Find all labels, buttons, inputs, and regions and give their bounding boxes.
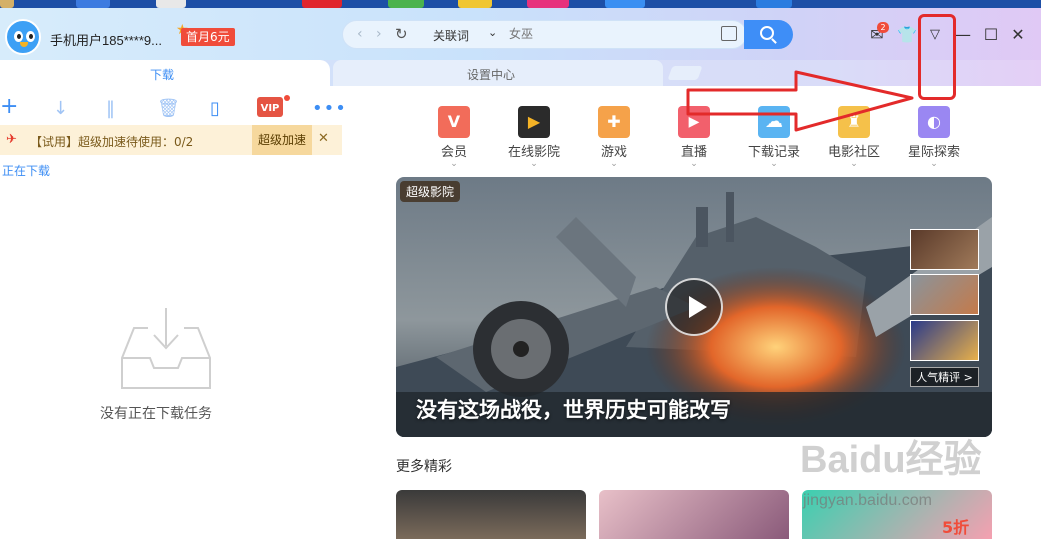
downloading-section-label[interactable]: 正在下载 (2, 162, 50, 179)
watermark-url: jingyan.baidu.com (803, 492, 932, 509)
tab-download-label: 下载 (150, 68, 175, 82)
keyword-mode-select[interactable]: 关联词 (433, 27, 469, 44)
category-games[interactable]: ✚ 游戏 ⌄ (574, 106, 654, 169)
pause-icon[interactable]: ‖ (106, 98, 115, 119)
play-button[interactable] (665, 278, 723, 336)
banner-thumbnail-3[interactable] (910, 320, 979, 361)
watermark-logo: Baidu经验 (800, 439, 982, 481)
unread-count-badge: 2 (877, 22, 889, 33)
content-card-1[interactable] (396, 490, 586, 539)
tab-settings-label: 设置中心 (467, 68, 516, 82)
gamepad-icon: ✚ (598, 106, 630, 138)
content-card-2[interactable] (599, 490, 789, 539)
user-avatar[interactable] (5, 19, 41, 55)
chevron-down-icon: ⌄ (530, 159, 538, 169)
add-task-icon[interactable]: + (0, 94, 18, 119)
category-label: 会员 (440, 145, 467, 160)
category-label: 星际探索 (907, 145, 960, 160)
username-label[interactable]: 手机用户185****9... (50, 30, 162, 49)
trial-text: 【试用】超级加速待使用：0/2 (30, 135, 194, 149)
trial-acceleration-bar: ✈ 【试用】超级加速待使用：0/2 超级加速 ✕ (0, 125, 342, 155)
discount-label: 5折 (942, 518, 970, 537)
skin-shirt-icon[interactable]: 👕 (896, 24, 918, 46)
category-label: 直播 (680, 145, 707, 160)
forward-icon[interactable]: › (376, 26, 382, 42)
empty-download-text: 没有正在下载任务 (100, 406, 212, 422)
planet-icon: ◐ (918, 106, 950, 138)
search-button[interactable] (744, 20, 793, 49)
category-label: 在线影院 (507, 145, 560, 160)
empty-tray-icon (121, 308, 211, 389)
film-icon: ▶ (518, 106, 550, 138)
close-trial-icon[interactable]: ✕ (318, 131, 329, 146)
chevron-down-icon: ⌄ (930, 159, 938, 169)
category-label: 游戏 (600, 145, 627, 160)
highlight-box (918, 14, 956, 100)
speed-plane-icon: ✈ (6, 132, 17, 147)
title-bar: 手机用户185****9... ★ 首月6元 ‹ › ↻ 关联词 ⌄ ✉ 2 👕… (0, 8, 1041, 60)
super-accelerate-button[interactable]: 超级加速 (252, 125, 312, 155)
category-label: 下载记录 (747, 145, 800, 160)
hot-review-link[interactable]: 人气精评 > (910, 367, 979, 387)
tab-settings-center[interactable]: 设置中心 (333, 60, 663, 86)
banner-thumbnail-1[interactable] (910, 229, 979, 270)
chevron-down-icon: ⌄ (690, 159, 698, 169)
more-section-title: 更多精彩 (396, 459, 452, 475)
maximize-icon[interactable]: ☐ (980, 24, 1002, 46)
chevron-down-icon: ⌄ (450, 159, 458, 169)
address-bar: ‹ › ↻ 关联词 ⌄ (342, 20, 747, 49)
banner-thumbnail-2[interactable] (910, 274, 979, 315)
desktop-icons-strip (0, 0, 1041, 8)
more-options-icon[interactable]: ••• (312, 98, 347, 119)
diamond-v-icon: V (438, 106, 470, 138)
phone-icon[interactable]: ▯ (210, 98, 220, 119)
chevron-down-icon: ⌄ (850, 159, 858, 169)
close-icon[interactable]: ✕ (1007, 24, 1029, 46)
banner-category-tag: 超级影院 (400, 181, 461, 202)
annotation-arrow (686, 70, 914, 132)
vip-icon[interactable]: VIP (257, 97, 283, 117)
vip-notify-dot (284, 95, 290, 101)
tab-download[interactable]: 下载 (0, 60, 330, 86)
back-icon[interactable]: ‹ (357, 26, 363, 42)
search-icon (760, 26, 774, 40)
vip-promo-badge[interactable]: 首月6元 (181, 28, 235, 46)
banner-title[interactable]: 没有这场战役，世界历史可能改写 (416, 394, 731, 424)
smart-search-icon[interactable] (721, 26, 737, 41)
category-member[interactable]: V 会员 ⌄ (414, 106, 494, 169)
search-input[interactable] (509, 27, 659, 41)
delete-icon[interactable]: 🗑 (157, 98, 180, 119)
refresh-icon[interactable]: ↻ (395, 25, 408, 43)
start-download-icon[interactable]: ↓ (53, 98, 68, 119)
chevron-down-icon: ⌄ (770, 159, 778, 169)
chevron-down-icon: ⌄ (610, 159, 618, 169)
category-online-cinema[interactable]: ▶ 在线影院 ⌄ (494, 106, 574, 169)
category-label: 电影社区 (827, 145, 880, 160)
chevron-down-icon[interactable]: ⌄ (488, 26, 497, 39)
